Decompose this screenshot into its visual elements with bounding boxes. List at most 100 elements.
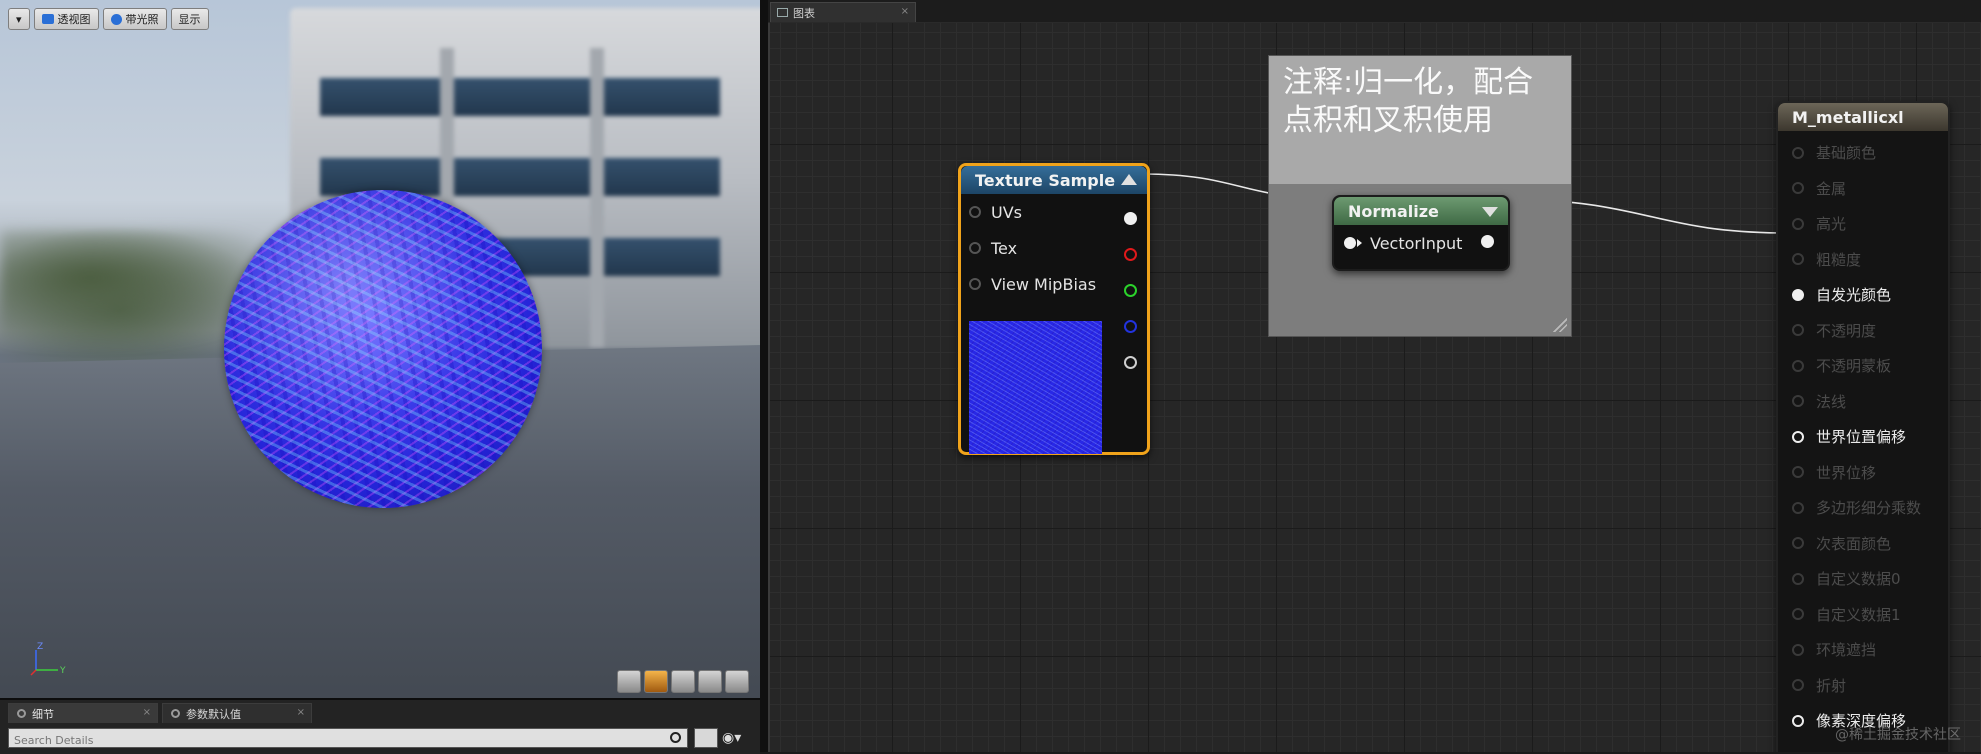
preview-sphere bbox=[224, 190, 542, 508]
perspective-icon bbox=[41, 14, 54, 24]
normalize-output-pin[interactable] bbox=[1481, 235, 1494, 248]
plane-preview-button[interactable] bbox=[671, 670, 695, 693]
material-input-row[interactable]: 粗糙度 bbox=[1778, 242, 1948, 278]
input-pin-icon[interactable] bbox=[1792, 501, 1804, 514]
input-pin-icon[interactable] bbox=[1792, 288, 1804, 301]
material-input-row[interactable]: 高光 bbox=[1778, 206, 1948, 242]
tab-graph[interactable]: 图表 × bbox=[770, 2, 916, 22]
material-result-node[interactable]: M_metallicxl 基础颜色金属 高光 粗糙度自发光颜色不透明度不透明蒙板法线… bbox=[1776, 101, 1950, 752]
cylinder-preview-button[interactable] bbox=[617, 670, 641, 693]
input-pin-icon[interactable] bbox=[1792, 395, 1804, 408]
output-green-pin[interactable] bbox=[1124, 284, 1137, 297]
lit-sphere-icon bbox=[110, 13, 122, 25]
material-inputs-list: 基础颜色金属 高光 粗糙度自发光颜色不透明度不透明蒙板法线世界位置偏移世界位移多边形… bbox=[1778, 131, 1948, 739]
dropdown-triangle-icon[interactable] bbox=[1482, 207, 1498, 217]
mesh-preview-button[interactable] bbox=[725, 670, 749, 693]
close-icon[interactable]: × bbox=[143, 707, 151, 718]
lit-mode-button[interactable]: 带光照 bbox=[102, 8, 167, 30]
perspective-button[interactable]: 透视图 bbox=[33, 8, 99, 30]
input-pin-icon[interactable] bbox=[1792, 714, 1804, 727]
material-input-row[interactable]: 自定义数据1 bbox=[1778, 597, 1948, 633]
input-pin-icon[interactable] bbox=[1792, 324, 1804, 337]
input-pin-icon[interactable] bbox=[1792, 608, 1804, 621]
material-input-row[interactable]: 金属 bbox=[1778, 171, 1948, 207]
input-pin-icon[interactable] bbox=[969, 278, 981, 290]
material-input-row[interactable]: 世界位移 bbox=[1778, 455, 1948, 491]
material-input-row[interactable]: 环境遮挡 bbox=[1778, 632, 1948, 668]
input-pin-icon[interactable] bbox=[1792, 466, 1804, 479]
show-label: 显示 bbox=[178, 13, 201, 26]
input-pin-icon[interactable] bbox=[969, 206, 981, 218]
output-alpha-pin[interactable] bbox=[1124, 356, 1137, 369]
show-button[interactable]: 显示 bbox=[170, 8, 209, 30]
material-preview-viewport[interactable]: ▾ 透视图 带光照 显示 Z Y bbox=[0, 0, 760, 698]
resize-handle-icon[interactable] bbox=[1553, 318, 1567, 332]
input-pin-icon[interactable] bbox=[1792, 537, 1804, 550]
output-rgb-pin[interactable] bbox=[1124, 212, 1137, 225]
material-input-row[interactable]: 自发光颜色 bbox=[1778, 277, 1948, 313]
search-icon[interactable] bbox=[670, 732, 681, 743]
collapse-triangle-icon[interactable] bbox=[1121, 174, 1137, 185]
normalize-node[interactable]: Normalize VectorInput bbox=[1332, 195, 1510, 271]
material-input-label: 基础颜色 bbox=[1816, 144, 1877, 163]
material-input-label: 不透明蒙板 bbox=[1816, 357, 1892, 376]
details-tabs: 细节 × 参数默认值 × bbox=[8, 703, 312, 723]
input-pin-icon[interactable] bbox=[1792, 359, 1804, 372]
axis-y-label: Y bbox=[59, 666, 66, 676]
material-input-label: 法线 bbox=[1816, 392, 1847, 411]
axis-z-label: Z bbox=[37, 642, 43, 652]
input-pin-icon[interactable] bbox=[1792, 572, 1804, 585]
input-pin-icon[interactable] bbox=[1792, 643, 1804, 656]
view-options-button[interactable]: ◉▾ bbox=[722, 728, 752, 748]
pin-tex[interactable]: Tex bbox=[969, 230, 1147, 266]
close-icon[interactable]: × bbox=[297, 707, 305, 718]
material-input-label: 环境遮挡 bbox=[1816, 641, 1877, 660]
magnifier-icon bbox=[171, 709, 180, 718]
input-pin-icon[interactable] bbox=[1792, 253, 1804, 266]
material-input-label: 世界位置偏移 bbox=[1816, 428, 1907, 447]
normalize-header[interactable]: Normalize bbox=[1334, 197, 1508, 225]
output-blue-pin[interactable] bbox=[1124, 320, 1137, 333]
input-pin-icon[interactable] bbox=[969, 242, 981, 254]
material-input-row[interactable]: 不透明蒙板 bbox=[1778, 348, 1948, 384]
tab-parameter-defaults[interactable]: 参数默认值 × bbox=[162, 703, 312, 723]
output-red-pin[interactable] bbox=[1124, 248, 1137, 261]
input-pin-icon[interactable] bbox=[1792, 146, 1804, 159]
sphere-preview-button[interactable] bbox=[644, 670, 668, 693]
input-pin-icon[interactable] bbox=[1792, 217, 1804, 230]
normalize-title: Normalize bbox=[1348, 201, 1439, 221]
input-pin-icon[interactable] bbox=[1792, 679, 1804, 692]
watermark: @稀土掘金技术社区 bbox=[1835, 727, 1961, 743]
pin-vector-input-label: VectorInput bbox=[1370, 233, 1463, 253]
close-icon[interactable]: × bbox=[901, 6, 909, 17]
material-input-row[interactable]: 法线 bbox=[1778, 384, 1948, 420]
material-input-label: 自发光颜色 bbox=[1816, 286, 1892, 305]
pin-view-mipbias-label: View MipBias bbox=[991, 274, 1097, 294]
property-matrix-button[interactable] bbox=[694, 728, 718, 748]
search-input[interactable] bbox=[9, 731, 659, 750]
pin-view-mipbias[interactable]: View MipBias bbox=[969, 266, 1147, 302]
material-input-row[interactable]: 不透明度 bbox=[1778, 313, 1948, 349]
material-input-row[interactable]: 折射 bbox=[1778, 668, 1948, 704]
pin-uvs[interactable]: UVs bbox=[969, 194, 1147, 230]
texture-sample-node[interactable]: Texture Sample UVs Tex View MipBias bbox=[958, 163, 1150, 455]
input-pin-icon[interactable] bbox=[1344, 237, 1356, 249]
panel-splitter[interactable] bbox=[760, 0, 768, 752]
material-input-row[interactable]: 自定义数据0 bbox=[1778, 561, 1948, 597]
material-input-row[interactable]: 次表面颜色 bbox=[1778, 526, 1948, 562]
material-header[interactable]: M_metallicxl bbox=[1778, 103, 1948, 131]
texture-sample-header[interactable]: Texture Sample bbox=[961, 166, 1147, 194]
input-pin-icon[interactable] bbox=[1792, 182, 1804, 195]
material-input-row[interactable]: 多边形细分乘数 bbox=[1778, 490, 1948, 526]
material-input-label: 多边形细分乘数 bbox=[1816, 499, 1922, 518]
material-graph-canvas[interactable]: 注释:归一化，配合点积和叉积使用 Texture Sample UVs Tex … bbox=[768, 23, 1981, 752]
material-input-row[interactable]: 世界位置偏移 bbox=[1778, 419, 1948, 455]
cube-preview-button[interactable] bbox=[698, 670, 722, 693]
axis-gizmo-icon: Z Y bbox=[30, 642, 66, 676]
tab-details[interactable]: 细节 × bbox=[8, 703, 158, 723]
material-input-row[interactable]: 基础颜色 bbox=[1778, 135, 1948, 171]
graph-tabbar: 图表 × bbox=[768, 0, 1981, 23]
comment-text[interactable]: 注释:归一化，配合点积和叉积使用 bbox=[1269, 56, 1571, 184]
input-pin-icon[interactable] bbox=[1792, 430, 1804, 443]
viewport-menu-button[interactable]: ▾ bbox=[8, 8, 30, 30]
